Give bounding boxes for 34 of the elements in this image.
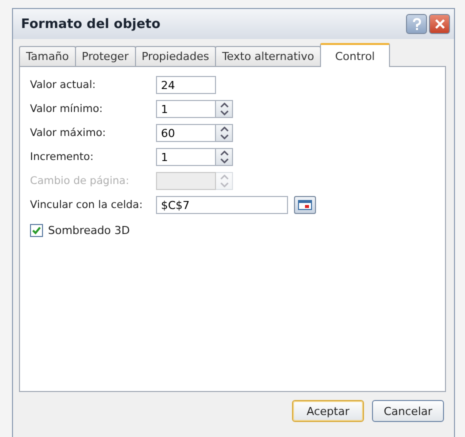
spin-button[interactable] (216, 124, 233, 142)
tab[interactable]: Tamaño (19, 46, 76, 66)
checkbox[interactable] (30, 224, 43, 237)
field-label: Valor actual: (30, 79, 97, 91)
up-down-arrows-icon (220, 174, 228, 188)
spin-button[interactable] (216, 100, 233, 118)
field-label: Vincular con la celda: (30, 199, 144, 211)
field-label: Cambio de página: (30, 175, 130, 187)
close-icon (434, 19, 444, 29)
field-label: Incremento: (30, 151, 94, 163)
tab[interactable]: Control (320, 43, 390, 67)
cell-reference-icon (298, 200, 312, 210)
close-button[interactable] (429, 14, 450, 34)
tab[interactable]: Texto alternativo (215, 46, 322, 66)
tab[interactable]: Proteger (74, 46, 136, 66)
window-title: Formato del objeto (21, 16, 162, 32)
spin-button[interactable] (216, 148, 233, 166)
input-field[interactable]: 1 (156, 100, 216, 118)
input-field[interactable]: $C$7 (156, 196, 288, 214)
collapse-dialog-button[interactable] (294, 196, 316, 214)
input-field[interactable]: 60 (156, 124, 216, 142)
help-icon (412, 18, 422, 30)
field-label: Valor máximo: (30, 127, 107, 139)
input-field[interactable]: 24 (156, 76, 216, 94)
dialog-button[interactable]: Aceptar (292, 400, 364, 422)
input-field[interactable]: 1 (156, 148, 216, 166)
checkbox-label: Sombreado 3D (48, 224, 130, 237)
tab[interactable]: Propiedades (134, 46, 216, 66)
up-down-arrows-icon (220, 102, 228, 116)
field-label: Valor mínimo: (30, 103, 104, 115)
dialog-button[interactable]: Cancelar (372, 400, 444, 422)
up-down-arrows-icon (220, 150, 228, 164)
help-button[interactable] (406, 14, 427, 34)
up-down-arrows-icon (220, 126, 228, 140)
